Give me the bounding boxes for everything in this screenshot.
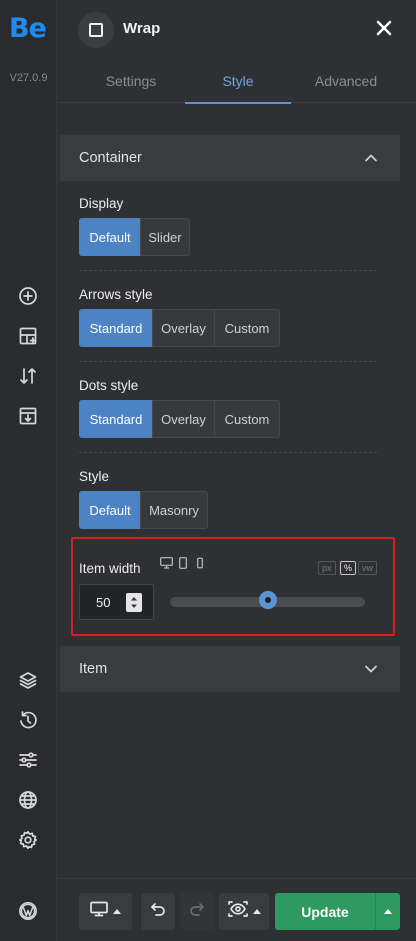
item-section-header[interactable]: Item xyxy=(60,646,400,692)
preview-eye-icon xyxy=(227,901,248,922)
tab-style[interactable]: Style xyxy=(185,58,291,104)
add-section-icon[interactable] xyxy=(16,324,40,348)
globe-icon[interactable] xyxy=(16,788,40,812)
left-sidebar: Be V27.0.9 xyxy=(0,0,57,941)
chevron-up-icon xyxy=(364,151,378,165)
caret-up-icon xyxy=(113,909,121,914)
history-icon[interactable] xyxy=(16,708,40,732)
wordpress-icon[interactable] xyxy=(16,899,40,923)
undo-icon xyxy=(150,902,166,921)
dots-overlay-button[interactable]: Overlay xyxy=(152,400,215,438)
display-slider-button[interactable]: Slider xyxy=(140,218,190,256)
display-default-button[interactable]: Default xyxy=(79,218,141,256)
caret-up-icon xyxy=(384,909,392,914)
sort-arrows-icon[interactable] xyxy=(16,364,40,388)
style-button-group: Default Masonry xyxy=(79,491,208,529)
preview-button[interactable] xyxy=(219,893,269,930)
update-options-button[interactable] xyxy=(375,893,400,930)
divider xyxy=(79,452,377,453)
item-width-input[interactable]: 50 xyxy=(79,584,154,620)
style-masonry-button[interactable]: Masonry xyxy=(140,491,208,529)
panel-header: Wrap xyxy=(58,0,416,58)
number-stepper-icon[interactable] xyxy=(126,593,142,612)
slider-thumb-dot xyxy=(264,597,271,603)
style-label: Style xyxy=(79,469,110,484)
tab-advanced[interactable]: Advanced xyxy=(293,58,399,103)
builder-logo[interactable]: Be xyxy=(9,13,47,44)
unit-px-button[interactable]: px xyxy=(318,561,336,575)
square-icon xyxy=(89,23,103,37)
arrows-custom-button[interactable]: Custom xyxy=(214,309,280,347)
unit-vw-button[interactable]: vw xyxy=(358,561,377,575)
dots-standard-button[interactable]: Standard xyxy=(79,400,153,438)
caret-up-icon xyxy=(252,909,261,914)
item-width-value[interactable]: 50 xyxy=(96,595,110,610)
item-width-slider-thumb[interactable] xyxy=(258,591,277,609)
close-icon[interactable] xyxy=(376,20,392,36)
undo-button[interactable] xyxy=(141,893,175,930)
unit-percent-button[interactable]: % xyxy=(340,561,357,575)
add-circle-icon[interactable] xyxy=(16,284,40,308)
device-preview-icon xyxy=(90,901,108,922)
desktop-icon[interactable] xyxy=(160,556,173,569)
panel-tabs: Settings Style Advanced xyxy=(58,58,416,104)
panel-footer: Update xyxy=(58,878,416,941)
dots-style-label: Dots style xyxy=(79,378,139,393)
item-width-label: Item width xyxy=(79,561,141,576)
container-section-header[interactable]: Container xyxy=(60,135,400,181)
dots-style-button-group: Standard Overlay Custom xyxy=(79,400,280,438)
redo-icon xyxy=(189,902,205,921)
arrows-style-label: Arrows style xyxy=(79,287,153,302)
import-icon[interactable] xyxy=(16,404,40,428)
arrows-style-button-group: Standard Overlay Custom xyxy=(79,309,280,347)
redo-button[interactable] xyxy=(180,893,214,930)
divider xyxy=(79,361,377,362)
device-preview-button[interactable] xyxy=(79,893,132,930)
tablet-icon[interactable] xyxy=(179,556,187,569)
element-icon xyxy=(78,12,114,48)
layers-icon[interactable] xyxy=(16,668,40,692)
update-button[interactable]: Update xyxy=(275,893,375,930)
tab-settings[interactable]: Settings xyxy=(78,58,184,103)
section-title: Item xyxy=(79,661,108,677)
mobile-icon[interactable] xyxy=(197,556,203,569)
arrows-overlay-button[interactable]: Overlay xyxy=(152,309,215,347)
display-label: Display xyxy=(79,196,124,211)
arrows-standard-button[interactable]: Standard xyxy=(79,309,153,347)
display-button-group: Default Slider xyxy=(79,218,190,256)
version-label: V27.0.9 xyxy=(9,72,48,84)
element-title: Wrap xyxy=(123,20,161,37)
style-default-button[interactable]: Default xyxy=(79,491,141,529)
sliders-icon[interactable] xyxy=(16,748,40,772)
dots-custom-button[interactable]: Custom xyxy=(214,400,280,438)
divider xyxy=(79,270,377,271)
settings-icon[interactable] xyxy=(16,828,40,852)
chevron-down-icon xyxy=(364,662,378,676)
section-title: Container xyxy=(79,150,142,166)
